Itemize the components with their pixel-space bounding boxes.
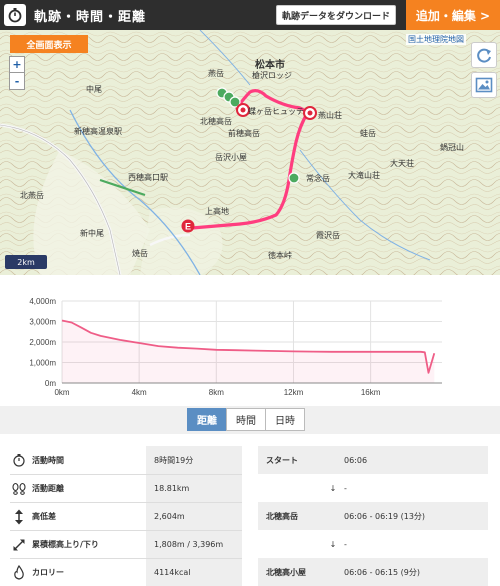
place-label: 北穂高岳 xyxy=(200,117,232,126)
refresh-map-button[interactable] xyxy=(471,42,497,68)
place-label: 燕山荘 xyxy=(318,111,342,120)
y-tick-label: 0m xyxy=(45,379,56,388)
place-label: 上高地 xyxy=(205,207,229,216)
stat-row: 高低差 2,604m xyxy=(10,502,242,530)
stat-row: 活動時間 8時間19分 xyxy=(10,446,242,474)
stat-label: 活動時間 xyxy=(32,455,64,465)
point-time: 06:06 - 06:15 (9分) xyxy=(344,567,420,577)
header-bar: 軌跡・時間・距離 軌跡データをダウンロード 追加・編集 > xyxy=(0,0,500,30)
point-name: 北穂高岳 xyxy=(266,511,298,521)
place-label: 焼岳 xyxy=(132,249,148,258)
x-tick-label: 12km xyxy=(284,388,304,397)
place-label: 北燕岳 xyxy=(20,191,44,200)
place-label: 燕岳 xyxy=(208,69,224,78)
segment-time: - xyxy=(344,483,347,493)
x-tick-label: 0km xyxy=(54,388,69,397)
x-tick-label: 16km xyxy=(361,388,381,397)
place-label: 西穂高口駅 xyxy=(128,173,168,182)
y-tick-label: 1,000m xyxy=(29,359,56,368)
tab-datetime[interactable]: 日時 xyxy=(265,408,305,431)
zoom-out-button[interactable]: - xyxy=(10,73,24,89)
place-label: 鍋冠山 xyxy=(440,143,464,152)
stat-value: 2,604m xyxy=(146,503,242,530)
stat-row: カロリー 4114kcal xyxy=(10,558,242,586)
place-label: 徳本峠 xyxy=(268,251,292,260)
point-name: 北穂高小屋 xyxy=(266,567,306,577)
segment-time: - xyxy=(344,539,347,549)
tab-time[interactable]: 時間 xyxy=(226,408,266,431)
image-icon xyxy=(475,77,493,93)
place-label: 新穂高温泉駅 xyxy=(74,127,122,136)
end-marker-icon: E xyxy=(181,219,195,233)
y-tick-label: 2,000m xyxy=(29,338,56,347)
footprints-icon xyxy=(10,482,28,496)
svg-text:E: E xyxy=(185,221,191,231)
map-terrain xyxy=(0,30,500,275)
route-map[interactable]: E 松本市 槍沢ロッジ 燕山荘 蝶ヶ岳ヒュッテ 蛙岳 大天荘 鍋冠山 大滝山荘 … xyxy=(0,30,500,275)
x-tick-label: 8km xyxy=(209,388,224,397)
header-title: 軌跡・時間・距離 xyxy=(34,9,147,25)
point-time: 06:06 - 06:19 (13分) xyxy=(344,511,426,521)
down-arrow-icon: ↓ xyxy=(329,483,337,493)
place-label: 常念岳 xyxy=(306,174,330,183)
timeline-point[interactable]: スタート 06:06 xyxy=(258,446,488,474)
place-label: 岳沢小屋 xyxy=(215,153,247,162)
refresh-icon xyxy=(477,48,491,63)
timeline-segment: ↓ - xyxy=(258,474,488,502)
fullscreen-button[interactable]: 全画面表示 xyxy=(10,35,88,53)
timeline-segment: ↓ - xyxy=(258,530,488,558)
diagonal-arrows-icon xyxy=(10,538,28,552)
place-label: 霞沢岳 xyxy=(316,231,340,240)
vertical-arrows-icon xyxy=(10,509,28,525)
map-attribution[interactable]: 国土地理院地図 xyxy=(406,34,466,45)
zoom-in-button[interactable]: + xyxy=(10,57,24,73)
tab-distance[interactable]: 距離 xyxy=(187,408,227,431)
y-tick-label: 4,000m xyxy=(29,297,56,306)
add-edit-button[interactable]: 追加・編集 > xyxy=(406,0,500,30)
stat-value: 18.81km xyxy=(146,475,242,502)
place-label: 槍沢ロッジ xyxy=(252,71,292,80)
waypoint-timeline: スタート 06:06 ↓ - 北穂高岳 06:06 - 06:19 (13分) … xyxy=(258,446,488,586)
place-label: 新中尾 xyxy=(80,229,104,238)
elevation-chart: 0m 1,000m 2,000m 3,000m 4,000m 0km 4km 8km 12km 1… xyxy=(0,287,500,405)
flame-icon xyxy=(10,565,28,580)
stat-label: 高低差 xyxy=(32,512,56,521)
place-label: 蝶ヶ岳ヒュッテ xyxy=(248,107,304,116)
stopwatch-logo-icon xyxy=(4,4,26,26)
stat-row: 累積標高上り/下り 1,808m / 3,396m xyxy=(10,530,242,558)
download-track-button[interactable]: 軌跡データをダウンロード xyxy=(276,5,396,25)
zoom-control: + - xyxy=(9,56,25,90)
place-label: 松本市 xyxy=(255,60,285,71)
place-label: 大天荘 xyxy=(390,159,414,168)
chart-tab-bar: 距離 時間 日時 xyxy=(0,406,500,434)
y-tick-label: 3,000m xyxy=(29,318,56,327)
x-tick-label: 4km xyxy=(132,388,147,397)
map-layer-button[interactable] xyxy=(471,72,497,98)
track-summary-page: 軌跡・時間・距離 軌跡データをダウンロード 追加・編集 > E 松本市 槍沢ロッ… xyxy=(0,0,500,586)
point-name: スタート xyxy=(266,455,298,465)
place-label: 前穂高岳 xyxy=(228,129,260,138)
stat-value: 1,808m / 3,396m xyxy=(146,531,242,558)
stat-row: 活動距離 18.81km xyxy=(10,474,242,502)
map-scale: 2km xyxy=(5,255,47,269)
stat-label: カロリー xyxy=(32,568,64,577)
place-label: 大滝山荘 xyxy=(348,171,380,180)
elevation-chart-svg: 0m 1,000m 2,000m 3,000m 4,000m 0km 4km 8km 12km 1… xyxy=(29,297,442,397)
timeline-point[interactable]: 北穂高小屋 06:06 - 06:15 (9分) xyxy=(258,558,488,586)
activity-stats: 活動時間 8時間19分 活動距離 18.81km 高低差 2,604m 累積標高… xyxy=(10,446,242,586)
point-time: 06:06 xyxy=(344,455,368,465)
stat-value: 4114kcal xyxy=(146,559,242,586)
timeline-point[interactable]: 北穂高岳 06:06 - 06:19 (13分) xyxy=(258,502,488,530)
stopwatch-icon xyxy=(10,453,28,467)
stat-label: 活動距離 xyxy=(32,484,64,493)
place-label: 中尾 xyxy=(86,85,102,94)
stat-label: 累積標高上り/下り xyxy=(32,540,99,549)
place-label: 蛙岳 xyxy=(360,129,376,138)
stat-value: 8時間19分 xyxy=(146,446,242,474)
down-arrow-icon: ↓ xyxy=(329,539,337,549)
